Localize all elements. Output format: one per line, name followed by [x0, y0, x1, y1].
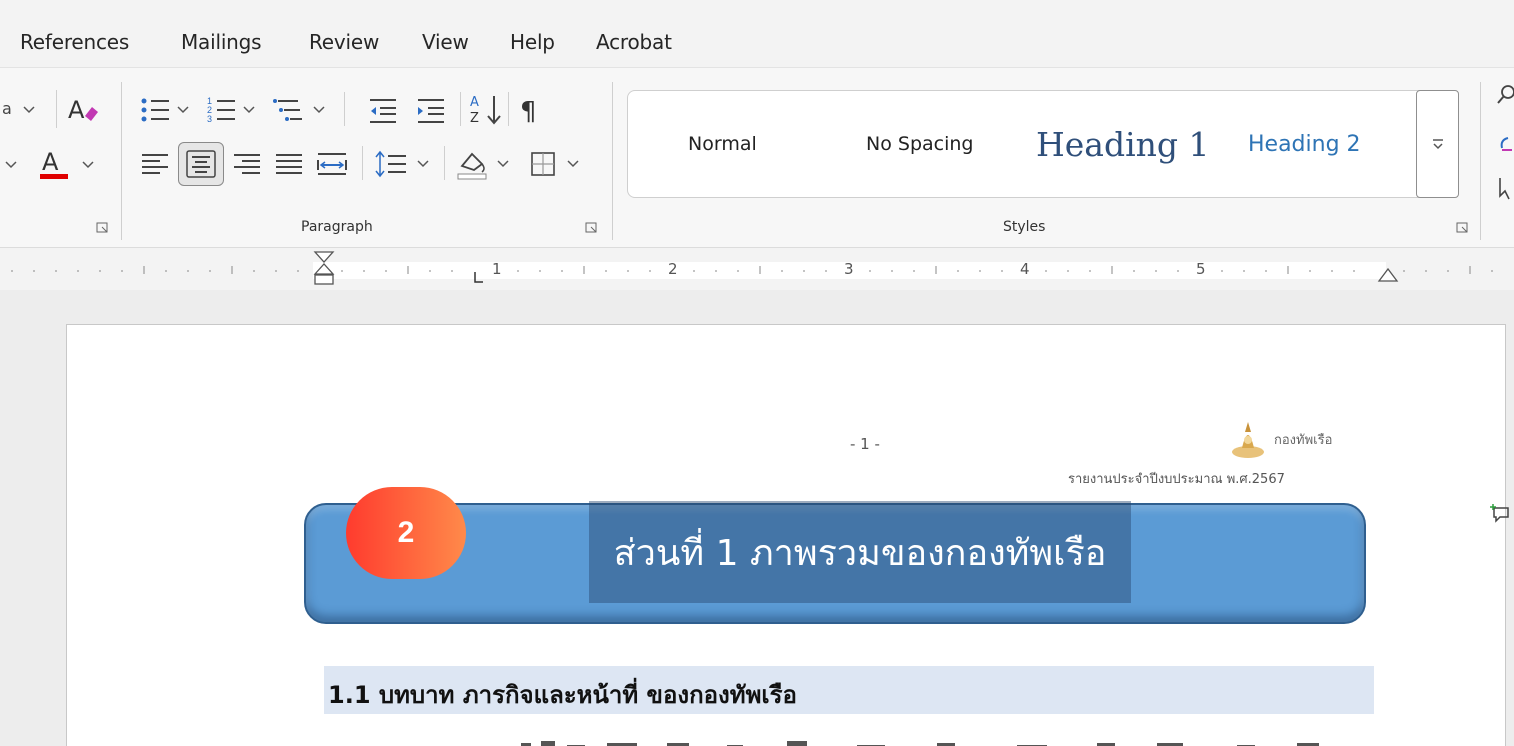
divider: [508, 92, 509, 126]
report-line: รายงานประจำปีงบประมาณ พ.ศ.2567: [1068, 472, 1285, 487]
justify-icon[interactable]: [270, 146, 308, 182]
step-number-badge: 2: [346, 487, 466, 579]
ruler-number: 5: [1196, 260, 1206, 278]
styles-group-label: Styles: [1003, 219, 1046, 235]
cut-off-text-line: [521, 741, 1319, 746]
svg-text:A: A: [42, 148, 59, 176]
tab-references[interactable]: References: [20, 30, 129, 54]
ruler-number: 3: [844, 260, 854, 278]
tab-acrobat[interactable]: Acrobat: [596, 30, 672, 54]
replace-icon[interactable]: [1494, 132, 1514, 160]
banner-title[interactable]: ส่วนที่ 1 ภาพรวมของกองทัพเรือ: [589, 501, 1131, 603]
font-size-dropdown[interactable]: a: [0, 96, 42, 122]
chevron-down-icon: [1432, 139, 1443, 150]
styles-dialog-launcher-icon[interactable]: [1456, 222, 1470, 234]
first-line-indent-marker-icon[interactable]: [312, 250, 336, 290]
document-canvas: - 1 - กองทัพเรือ รายงานประจำปีงบประมาณ พ…: [0, 290, 1514, 746]
chevron-down-icon[interactable]: [78, 152, 98, 176]
divider: [56, 90, 57, 128]
new-comment-icon[interactable]: [1490, 502, 1512, 524]
ruler-number: 2: [668, 260, 678, 278]
ruler-ticks: [11, 262, 1493, 283]
numbering-icon[interactable]: 123: [204, 92, 260, 128]
ruler-number: 4: [1020, 260, 1030, 278]
divider: [362, 146, 363, 180]
section-heading[interactable]: 1.1 บทบาท ภารกิจและหน้าที่ ของกองทัพเรือ: [328, 675, 797, 714]
page-number: - 1 -: [850, 435, 880, 453]
distributed-icon[interactable]: [312, 146, 352, 182]
pilcrow-icon[interactable]: ¶: [514, 90, 546, 130]
line-spacing-icon[interactable]: [372, 146, 436, 182]
styles-more-button[interactable]: [1416, 90, 1459, 198]
paragraph-group-label: Paragraph: [301, 219, 373, 235]
select-icon[interactable]: [1494, 174, 1514, 202]
tab-help[interactable]: Help: [510, 30, 555, 54]
tab-mailings[interactable]: Mailings: [181, 30, 262, 54]
svg-text:A: A: [68, 96, 85, 124]
divider: [460, 92, 461, 126]
multilevel-list-icon[interactable]: [272, 92, 332, 128]
ribbon-tabs: References Mailings Review View Help Acr…: [0, 0, 1514, 68]
svg-text:Z: Z: [470, 111, 479, 126]
font-color-icon[interactable]: A: [36, 144, 76, 184]
group-divider: [612, 82, 613, 240]
bullets-icon[interactable]: [136, 92, 192, 128]
ruler-number: 1: [492, 260, 502, 278]
org-name: กองทัพเรือ: [1274, 433, 1333, 448]
sort-icon[interactable]: AZ: [468, 90, 504, 130]
align-center-icon[interactable]: [178, 142, 224, 186]
align-left-icon[interactable]: [136, 146, 174, 182]
styles-gallery: Normal No Spacing Heading 1 Heading 2: [627, 90, 1459, 198]
right-indent-marker-icon[interactable]: [1376, 264, 1400, 284]
font-dialog-launcher-icon[interactable]: [96, 222, 110, 234]
decrease-indent-icon[interactable]: [366, 92, 402, 128]
group-divider: [1480, 82, 1481, 240]
tab-review[interactable]: Review: [309, 30, 379, 54]
horizontal-ruler[interactable]: 1 2 3 4 5: [0, 248, 1514, 290]
shading-icon[interactable]: [452, 144, 516, 184]
navy-emblem-logo: [1232, 422, 1264, 458]
increase-indent-icon[interactable]: [414, 92, 450, 128]
style-no-spacing[interactable]: No Spacing: [866, 91, 973, 197]
ribbon: a A A 123 AZ ¶ Paragraph Normal No Spaci…: [0, 68, 1514, 248]
svg-text:3: 3: [207, 114, 212, 124]
paragraph-dialog-launcher-icon[interactable]: [585, 222, 599, 234]
svg-text:a: a: [2, 99, 12, 118]
chevron-down-icon[interactable]: [0, 152, 22, 176]
find-icon[interactable]: [1494, 82, 1514, 110]
svg-text:A: A: [470, 95, 479, 110]
align-right-icon[interactable]: [228, 146, 266, 182]
divider: [344, 92, 345, 126]
style-normal[interactable]: Normal: [688, 91, 757, 197]
group-divider: [121, 82, 122, 240]
clear-formatting-icon[interactable]: A: [64, 92, 102, 126]
style-heading-2[interactable]: Heading 2: [1248, 91, 1361, 197]
tab-view[interactable]: View: [422, 30, 469, 54]
style-heading-1[interactable]: Heading 1: [1036, 91, 1206, 197]
divider: [444, 146, 445, 180]
svg-text:¶: ¶: [520, 97, 537, 127]
borders-icon[interactable]: [526, 146, 590, 182]
document-page[interactable]: - 1 - กองทัพเรือ รายงานประจำปีงบประมาณ พ…: [66, 324, 1506, 746]
